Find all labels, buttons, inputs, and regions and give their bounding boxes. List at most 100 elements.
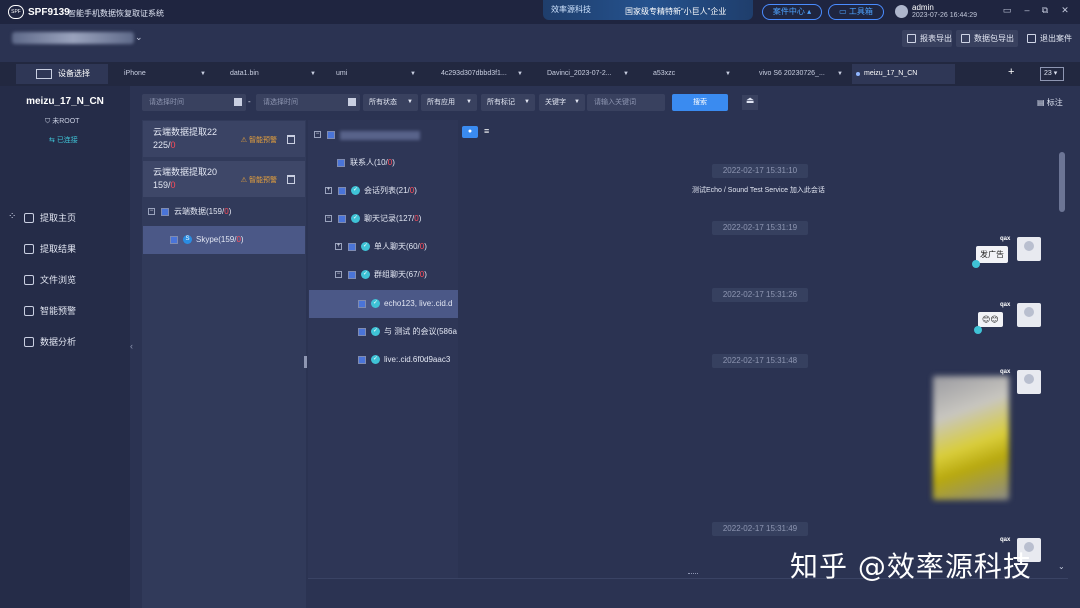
close-icon[interactable]: ✕ [1058,5,1072,19]
thread-item[interactable]: ✓ echo123, live:.cid.d [358,297,458,311]
status-dropdown[interactable]: 所有状态 ▼ [363,94,418,111]
calendar-icon[interactable] [234,98,242,106]
checkbox[interactable] [348,242,356,251]
keyword-input[interactable]: 请输入关键词 [587,94,665,111]
sender-name: qax [1000,236,1011,242]
folder-icon [24,275,34,285]
exit-case-button[interactable]: 退出案件 [1022,30,1074,47]
checkbox[interactable] [358,299,366,308]
exit-icon [1027,34,1036,43]
calendar-icon[interactable] [348,98,356,106]
collapse-icon[interactable]: − [325,215,332,223]
search-button[interactable]: 搜索 [672,94,728,111]
resize-grip-icon[interactable] [688,573,698,575]
data-export-button[interactable]: 数据包导出 [956,30,1018,47]
case-center-button[interactable]: 案件中心 ▴ [762,4,822,20]
tag-label-button[interactable]: ▤ 标注 [1037,97,1063,108]
timestamp: 2022-02-17 15:31:49 [712,522,808,536]
collapse-arrow-icon[interactable]: ‹ [130,341,133,351]
app-dropdown[interactable]: 所有应用 ▼ [421,94,477,111]
message-bubble[interactable]: 😊😊 [978,312,1003,327]
checkbox[interactable] [358,355,366,364]
collapse-icon[interactable]: − [335,271,342,279]
cloud-data-node[interactable]: − 云端数据(159/0) [148,205,231,219]
source-card[interactable]: 云端数据提取22 225/0 ⚠ 智能预警 [143,121,305,157]
skype-node[interactable]: S Skype(159/0) [170,233,244,247]
thread-item[interactable]: ✓ live:.cid.6f0d9aac3 [358,353,458,367]
end-time-input[interactable]: 请选择时间 [256,94,360,111]
nav-smart-alert[interactable]: 智能预警 [22,303,76,319]
nav-extract-home[interactable]: 提取主页 [22,210,76,226]
trash-icon[interactable] [287,135,295,144]
results-icon [24,244,34,254]
report-export-button[interactable]: 报表导出 [902,30,952,47]
keyword-dropdown[interactable]: 关键字 ▼ [539,94,585,111]
tab-device[interactable]: umi ▼ [336,64,416,84]
chevron-down-icon[interactable]: ⌄ [135,32,143,43]
tab-device[interactable]: a53xzc ▼ [653,64,731,84]
sender-name: qax [1000,537,1011,543]
nav-file-browse[interactable]: 文件浏览 [22,272,76,288]
checkbox[interactable] [161,207,169,216]
company-banner: 效率源科技 国家级专精特新“小巨人”企业 [543,0,753,20]
tree-contacts[interactable]: 联系人(10/0) [337,156,395,170]
scroll-down-icon[interactable]: ⌄ [1058,562,1065,571]
collapse-icon[interactable]: − [148,208,155,216]
tab-device[interactable]: vivo S6 20230726_... ▼ [759,64,843,84]
checkbox[interactable] [327,130,335,139]
tab-device[interactable]: Davinci_2023-07-2... ▼ [547,64,629,84]
maximize-icon[interactable]: ⧉ [1038,5,1052,19]
list-view-icon[interactable]: ≡ [484,126,489,136]
tree-group-chat[interactable]: − ✓ 群组聊天(67/0) [335,268,427,282]
tree-sessions[interactable]: + ✓ 会话列表(21/0) [325,184,417,198]
banner-logo: 效率源科技 [551,5,591,14]
timestamp: 2022-02-17 15:31:26 [712,288,808,302]
nav-data-analysis[interactable]: 数据分析 [22,334,76,350]
tab-device[interactable]: data1.bin ▼ [230,64,316,84]
tree-private-chat[interactable]: + ✓ 单人聊天(60/0) [335,240,427,254]
tag-dropdown[interactable]: 所有标记 ▼ [481,94,535,111]
message-bubble[interactable]: 发广告 [976,246,1008,263]
tab-device-select[interactable]: 设备选择 [16,64,108,84]
tree-root[interactable]: − [314,128,420,142]
check-icon: ✓ [351,186,360,196]
tab-device-active[interactable]: meizu_17_N_CN [852,64,955,84]
tree-chat-records[interactable]: − ✓ 聊天记录(127/0) [325,212,421,226]
smart-alert-badge: ⚠ 智能预警 [240,137,277,144]
tab-device[interactable]: 4c293d307dbbd3f1... ▼ [441,64,523,84]
export-icon[interactable]: ⏏ [742,95,758,110]
app-subtitle: 智能手机数据恢复取证系统 [68,9,164,18]
user-avatar[interactable] [895,5,908,18]
panel-resize-handle[interactable] [304,356,307,368]
trash-icon[interactable] [287,175,295,184]
image-message-blurred[interactable] [933,376,1009,500]
expand-icon[interactable]: + [335,243,342,251]
watermark: 知乎 @效率源科技 [790,550,1032,583]
toolbox-button[interactable]: ▭ 工具箱 [828,4,884,20]
minimize-icon[interactable]: – [1020,5,1034,19]
start-time-input[interactable]: 请选择时间 [142,94,246,111]
link-icon: ⇆ [49,137,57,144]
root-status: ⛉ 未ROOT [45,118,80,125]
sender-name: qax [1000,369,1011,375]
checkbox[interactable] [338,214,346,223]
chat-view-icon[interactable]: ● [462,126,478,138]
chat-scrollbar[interactable] [1059,152,1065,212]
user-time: 2023-07-26 16:44:29 [912,12,977,19]
checkbox[interactable] [170,235,178,244]
collapse-icon[interactable]: − [314,131,321,139]
source-card[interactable]: 云端数据提取20 159/0 ⚠ 智能预警 [143,161,305,197]
checkbox[interactable] [358,327,366,336]
checkbox[interactable] [337,158,345,167]
device-name: meizu_17_N_CN [26,96,104,107]
tab-count-dropdown[interactable]: 23 ▾ [1040,67,1064,81]
restore-icon[interactable]: ▭ [1000,5,1014,19]
expand-icon[interactable]: + [325,187,332,195]
add-tab-button[interactable]: + [1008,66,1014,78]
checkbox[interactable] [348,270,356,279]
nav-extract-results[interactable]: 提取结果 [22,241,76,257]
tab-device[interactable]: iPhone ▼ [124,64,206,84]
checkbox[interactable] [338,186,346,195]
check-icon: ✓ [371,355,380,365]
thread-item[interactable]: ✓ 与 测试 的会议(586a [358,325,458,339]
